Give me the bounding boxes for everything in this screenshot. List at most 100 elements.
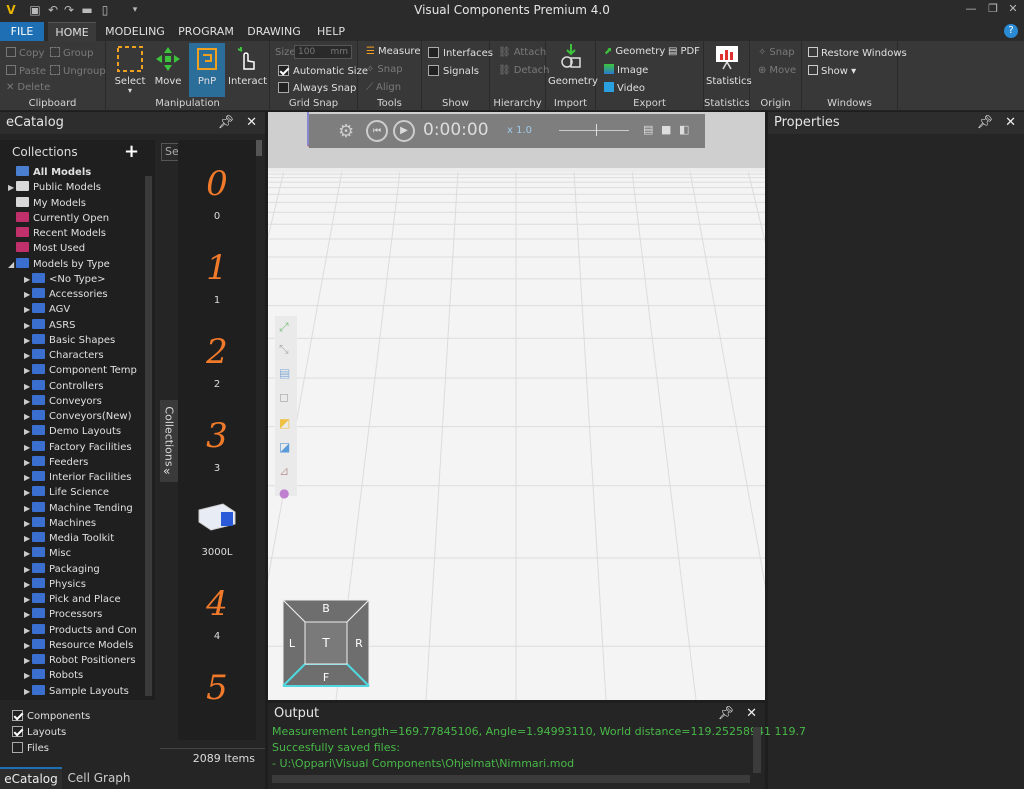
signals-checkbox[interactable]: Signals: [428, 65, 479, 77]
measure-button[interactable]: ☰ Measure: [366, 46, 420, 57]
pin-icon[interactable]: 📌︎: [218, 115, 235, 130]
tree-item-type[interactable]: ▶ Characters: [24, 348, 104, 363]
tab-program[interactable]: PROGRAM: [176, 22, 236, 41]
tree-expand-icon[interactable]: ▶: [24, 318, 32, 333]
tree-item[interactable]: Most Used: [8, 241, 85, 256]
render-mode-icon[interactable]: ◩: [279, 416, 290, 430]
show-windows-dropdown[interactable]: Show ▾: [808, 65, 856, 77]
model-thumbnail[interactable]: 1: [178, 248, 256, 288]
tree-expand-icon[interactable]: ▶: [24, 455, 32, 470]
output-close-icon[interactable]: ✕: [746, 706, 757, 721]
align-button[interactable]: ⟋ Align: [366, 82, 401, 93]
navigation-cube[interactable]: B L R T F: [281, 598, 371, 688]
tree-item-type[interactable]: ▶ Machine Tending: [24, 501, 133, 516]
always-snap-checkbox[interactable]: Always Snap: [278, 82, 356, 94]
tree-expand-icon[interactable]: ▶: [8, 180, 16, 195]
view-list-icon[interactable]: ▤: [279, 366, 290, 380]
tree-expand-icon[interactable]: ▶: [24, 531, 32, 546]
tree-item-type[interactable]: ▶ Factory Facilities: [24, 440, 132, 455]
projection-cube-icon[interactable]: ◻: [279, 390, 289, 404]
reset-simulation-icon[interactable]: ⏮: [366, 120, 388, 142]
export-geometry-button[interactable]: ⬈ Geometry: [604, 46, 665, 57]
tree-item-type[interactable]: ▶ Controllers: [24, 379, 103, 394]
tree-item[interactable]: Currently Open: [8, 211, 109, 226]
output-pin-icon[interactable]: 📌︎: [718, 706, 735, 721]
tab-cell-graph[interactable]: Cell Graph: [64, 767, 134, 789]
tree-item-type[interactable]: ▶ Resource Models: [24, 638, 133, 653]
tree-item-type[interactable]: ▶ Accessories: [24, 287, 108, 302]
speed-slider-thumb[interactable]: [596, 124, 597, 136]
delete-button[interactable]: ✕ Delete: [6, 82, 50, 93]
filter-checkbox[interactable]: Layouts: [12, 726, 66, 738]
tree-item-type[interactable]: ▶ Machines: [24, 516, 96, 531]
tree-item-type[interactable]: ▶ Component Temp: [24, 363, 137, 378]
group-button[interactable]: Group: [50, 47, 93, 59]
3d-viewport[interactable]: ⚙ ⏮ ▶ 0:00:00 x 1.0 ▤ ■ ◧ ⤢ ⤡ ▤ ◻ ◩ ◪ ⊿ …: [268, 112, 765, 700]
restore-icon[interactable]: ❐: [984, 2, 1002, 18]
tree-expand-icon[interactable]: ▶: [24, 592, 32, 607]
export-video-button[interactable]: Video: [604, 82, 645, 94]
close-panel-icon[interactable]: ✕: [246, 115, 257, 130]
tree-item[interactable]: All Models: [8, 165, 91, 180]
filter-checkbox[interactable]: Components: [12, 710, 90, 722]
tree-expand-icon[interactable]: ▶: [24, 638, 32, 653]
ungroup-button[interactable]: Ungroup: [50, 65, 106, 77]
tab-file[interactable]: FILE: [0, 22, 44, 41]
model-thumbnail[interactable]: 5: [178, 668, 256, 708]
origin-snap-button[interactable]: ✧ Snap: [758, 47, 795, 58]
tree-item[interactable]: Recent Models: [8, 226, 106, 241]
tab-home[interactable]: HOME: [48, 22, 96, 41]
snap-button[interactable]: ✧ Snap: [366, 64, 403, 75]
export-image-button[interactable]: Image: [604, 64, 648, 76]
model-thumbnail[interactable]: 4: [178, 584, 256, 624]
pnp-button[interactable]: PnP: [189, 43, 225, 97]
pdf-export-icon[interactable]: ▤: [643, 123, 653, 136]
model-thumbnail[interactable]: 3: [178, 416, 256, 456]
zoom-selection-icon[interactable]: ⤡: [279, 342, 289, 357]
tab-help[interactable]: HELP: [312, 22, 350, 41]
video-record-icon[interactable]: ■: [661, 123, 671, 136]
tab-ecatalog[interactable]: eCatalog: [0, 767, 62, 789]
color-sphere-icon[interactable]: ●: [279, 486, 289, 500]
tree-item-type[interactable]: ▶ Misc: [24, 546, 71, 561]
tree-item-type[interactable]: ▶ Demo Layouts: [24, 424, 121, 439]
tree-expand-icon[interactable]: ▶: [24, 516, 32, 531]
tree-item[interactable]: ◢ Models by Type: [8, 257, 110, 272]
interact-button[interactable]: Interact: [228, 43, 267, 97]
interfaces-checkbox[interactable]: Interfaces: [428, 47, 493, 59]
move-button[interactable]: Move: [150, 43, 186, 97]
minimize-icon[interactable]: —: [962, 2, 980, 18]
tree-expand-icon[interactable]: ▶: [24, 287, 32, 302]
tree-expand-icon[interactable]: ▶: [24, 379, 32, 394]
tree-expand-icon[interactable]: ▶: [24, 501, 32, 516]
model-thumbnail[interactable]: 2: [178, 332, 256, 372]
model-thumbnail[interactable]: [178, 500, 256, 543]
tree-item-type[interactable]: ▶ Processors: [24, 607, 102, 622]
tree-item-type[interactable]: ▶ Life Science: [24, 485, 109, 500]
tree-item-type[interactable]: ▶ Media Toolkit: [24, 531, 114, 546]
play-icon[interactable]: ▶: [393, 120, 415, 142]
tree-expand-icon[interactable]: ▶: [24, 607, 32, 622]
settings-gear-icon[interactable]: ⚙: [338, 121, 354, 142]
tree-item-type[interactable]: ▶ Physics: [24, 577, 86, 592]
tree-expand-icon[interactable]: ▶: [24, 562, 32, 577]
collections-side-tab[interactable]: Collections «: [160, 400, 178, 482]
tree-item-type[interactable]: ▶ Packaging: [24, 562, 100, 577]
select-button[interactable]: Select ▾: [112, 43, 148, 97]
tab-drawing[interactable]: DRAWING: [246, 22, 302, 41]
selection-filter-icon[interactable]: ⊿: [279, 464, 289, 478]
tab-modeling[interactable]: MODELING: [104, 22, 166, 41]
tree-expand-icon[interactable]: ▶: [24, 653, 32, 668]
tree-expand-icon[interactable]: ◢: [8, 257, 16, 272]
vr-icon[interactable]: ◧: [679, 123, 689, 136]
tree-expand-icon[interactable]: ▶: [24, 424, 32, 439]
tree-item[interactable]: My Models: [8, 196, 86, 211]
tree-item-type[interactable]: ▶ Feeders: [24, 455, 88, 470]
output-hscrollbar[interactable]: [272, 775, 750, 783]
filter-checkbox[interactable]: Files: [12, 742, 49, 754]
properties-pin-icon[interactable]: 📌︎: [977, 115, 994, 130]
tree-expand-icon[interactable]: ▶: [24, 684, 32, 699]
statistics-button[interactable]: Statistics: [706, 43, 752, 97]
output-vscrollbar[interactable]: [753, 727, 761, 773]
camera-view-icon[interactable]: ◪: [279, 440, 290, 454]
